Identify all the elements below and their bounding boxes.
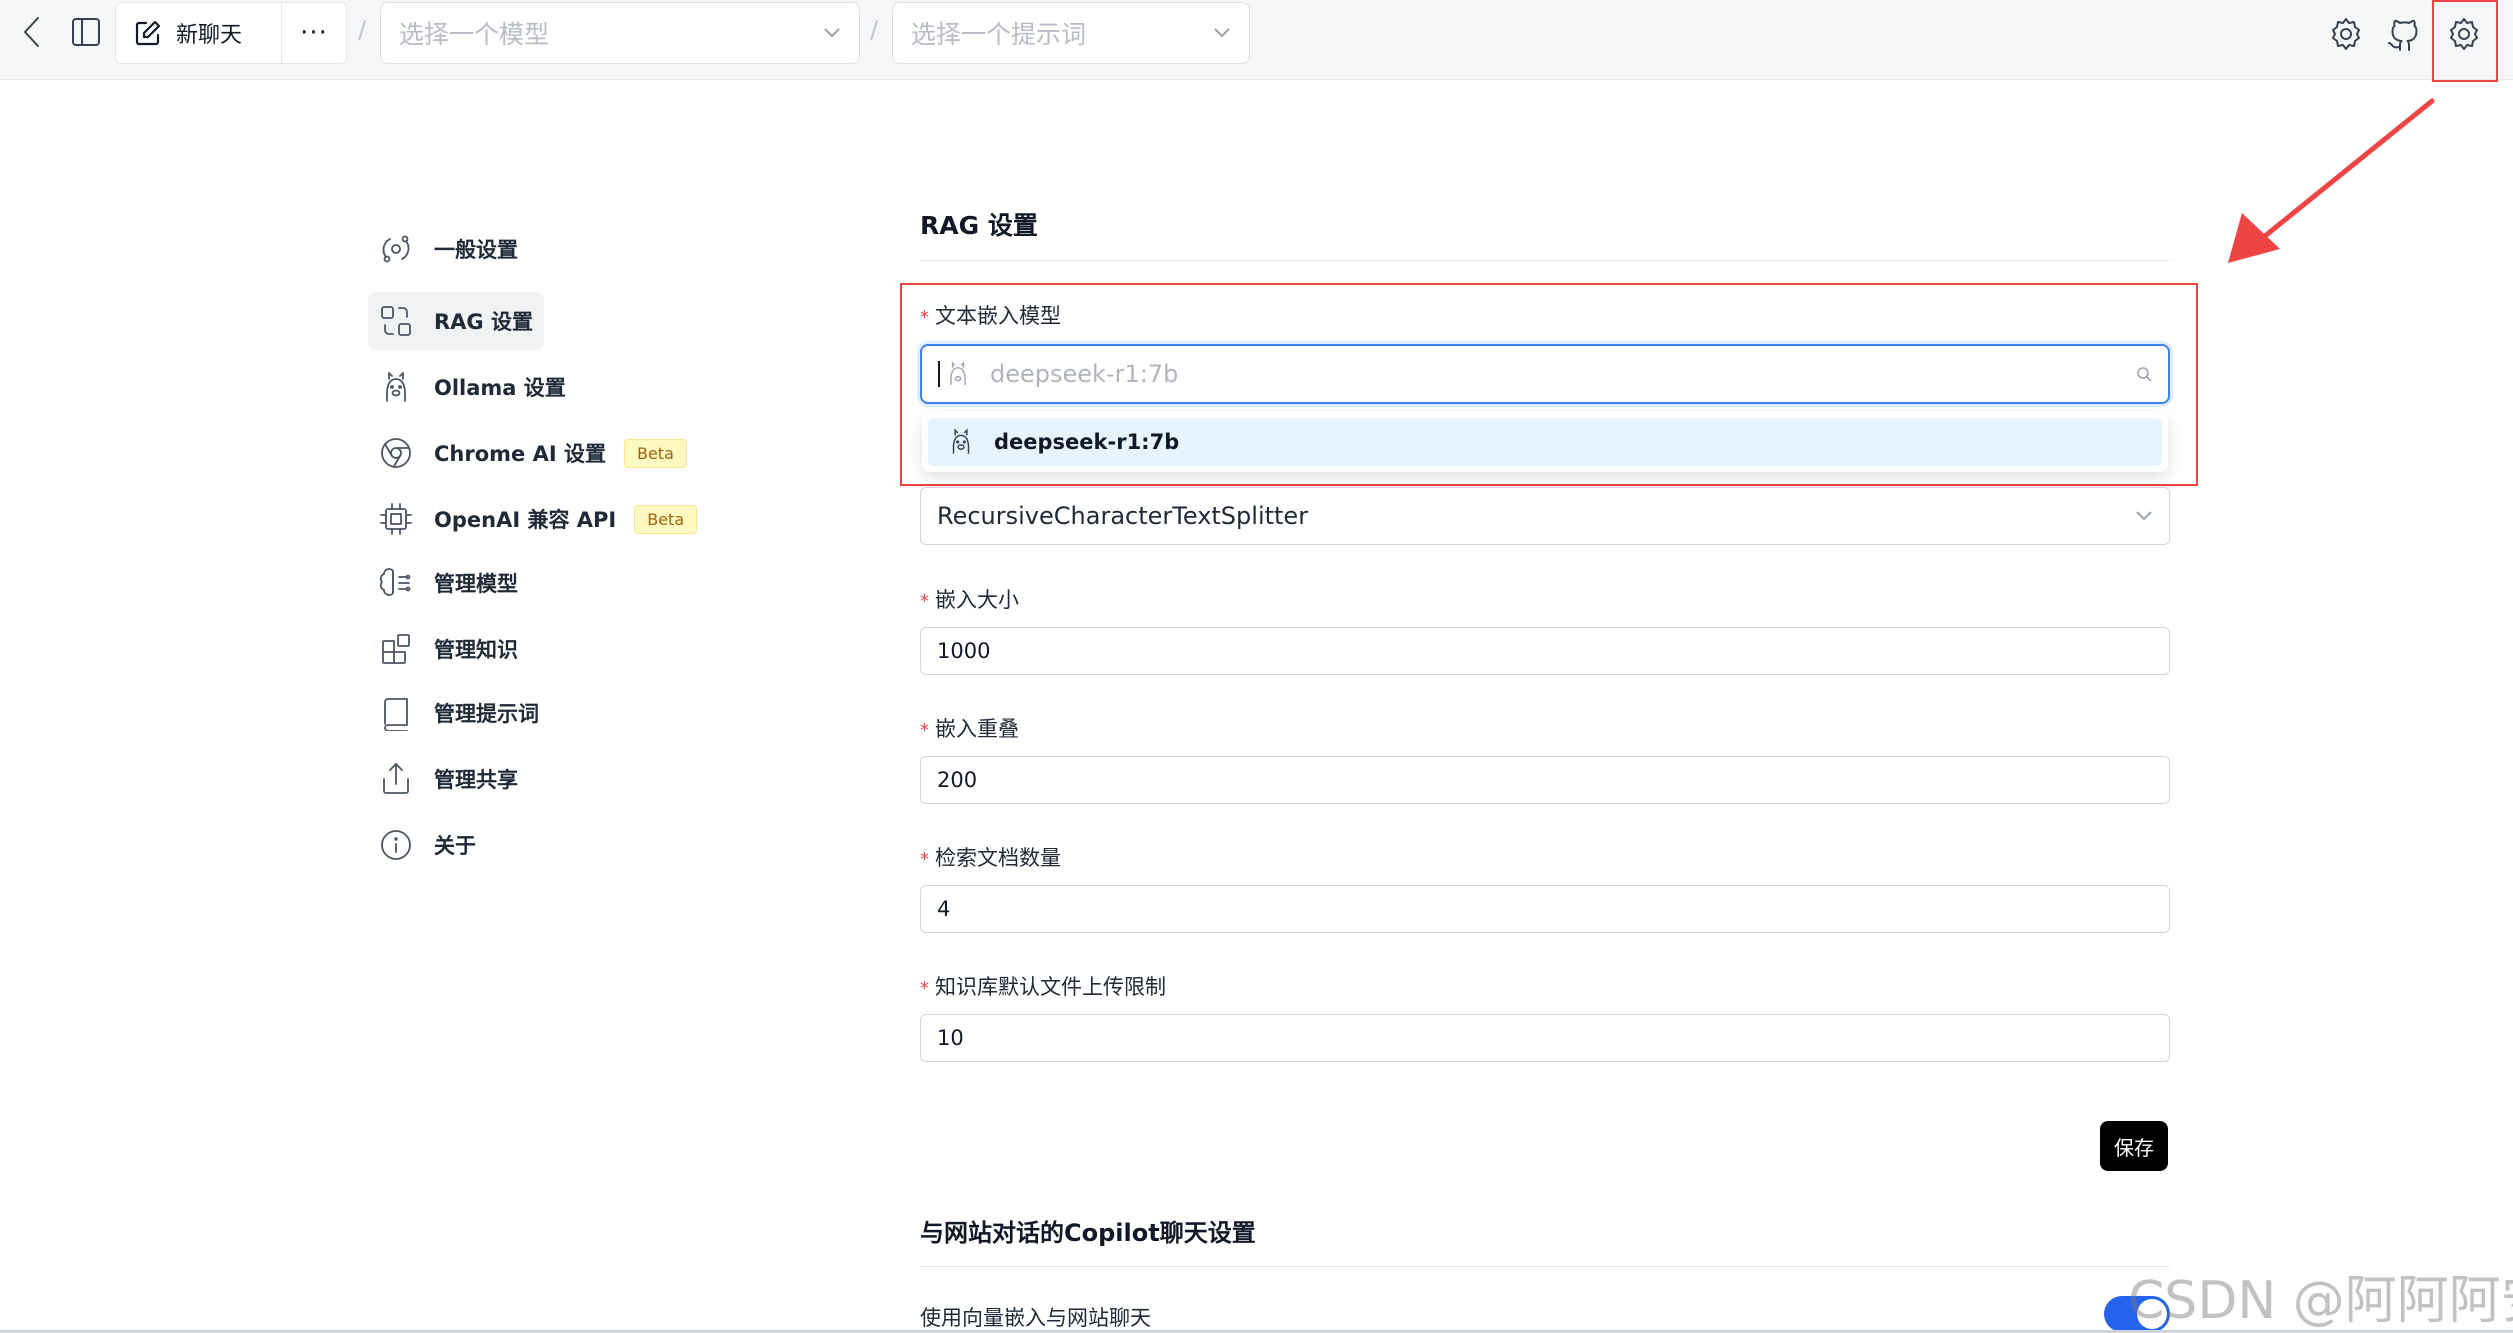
text-splitter-select[interactable]: RecursiveCharacterTextSplitter: [920, 487, 2170, 545]
nav-item-chrome-ai[interactable]: Chrome AI 设置 Beta: [368, 424, 687, 482]
chrome-icon: [381, 438, 411, 468]
github-icon[interactable]: [2382, 12, 2426, 56]
edit-icon: [135, 20, 161, 46]
combine-icon: [381, 306, 411, 336]
highlight-box-settings: [2432, 0, 2498, 82]
breadcrumb-separator: /: [358, 16, 367, 44]
nav-item-manage-knowledge[interactable]: 管理知识: [368, 620, 518, 678]
divider: [920, 1266, 2170, 1267]
upload-limit-label: * 知识库默认文件上传限制: [920, 975, 1166, 999]
nav-item-manage-models[interactable]: 管理模型: [368, 554, 518, 612]
ollama-settings-icon[interactable]: [2324, 12, 2368, 56]
beta-badge: Beta: [634, 504, 698, 534]
llama-icon: [386, 372, 406, 402]
beta-badge: Beta: [623, 438, 687, 468]
orbit-icon: [382, 235, 410, 263]
nav-item-label: 一般设置: [434, 238, 518, 262]
cpu-icon: [380, 503, 412, 535]
share-icon: [383, 763, 409, 794]
info-icon: [381, 830, 411, 860]
embedding-model-search-input[interactable]: deepseek-r1:7b: [920, 344, 2170, 404]
chevron-down-icon: [2136, 511, 2152, 521]
more-options-button[interactable]: ···: [282, 2, 346, 64]
llama-icon: [952, 428, 970, 454]
new-chat-label: 新聊天: [176, 23, 243, 48]
model-option[interactable]: deepseek-r1:7b: [928, 418, 2162, 466]
nav-item-label: 关于: [434, 834, 476, 858]
model-select[interactable]: 选择一个模型: [380, 2, 860, 64]
book-icon: [384, 698, 408, 731]
llama-icon: [950, 361, 966, 385]
chunk-overlap-input[interactable]: 200: [920, 756, 2170, 804]
save-button[interactable]: 保存: [2100, 1121, 2168, 1171]
vector-embed-label: 使用向量嵌入与网站聊天: [920, 1306, 1151, 1330]
search-icon: [2137, 367, 2152, 382]
breadcrumb-separator: /: [870, 16, 879, 44]
nav-item-label: RAG 设置: [434, 310, 533, 334]
chunk-size-input[interactable]: 1000: [920, 627, 2170, 675]
divider: [920, 260, 2170, 261]
nav-item-label: 管理共享: [434, 768, 518, 792]
nav-item-label: Chrome AI 设置: [434, 442, 606, 466]
new-chat-group: 新聊天 ···: [115, 2, 347, 64]
nav-item-manage-share[interactable]: 管理共享: [368, 750, 518, 808]
chunk-size-label: * 嵌入大小: [920, 588, 1019, 612]
brain-icon: [379, 568, 411, 596]
chevron-down-icon: [824, 28, 840, 38]
back-chevron-icon[interactable]: [14, 12, 50, 52]
sidebar-toggle-icon[interactable]: [66, 12, 106, 52]
model-option-label: deepseek-r1:7b: [994, 430, 1180, 454]
model-select-placeholder: 选择一个模型: [399, 20, 550, 49]
retrieval-docs-label: * 检索文档数量: [920, 846, 1061, 870]
section-title: RAG 设置: [920, 211, 1038, 240]
nav-item-label: 管理提示词: [434, 702, 539, 726]
nav-item-rag[interactable]: RAG 设置: [368, 292, 544, 350]
upload-limit-input[interactable]: 10: [920, 1014, 2170, 1062]
text-splitter-value: RecursiveCharacterTextSplitter: [937, 502, 1309, 530]
copilot-section-title: 与网站对话的Copilot聊天设置: [920, 1219, 1256, 1247]
chunk-overlap-label: * 嵌入重叠: [920, 717, 1019, 741]
nav-item-manage-prompts[interactable]: 管理提示词: [368, 684, 539, 742]
nav-item-ollama[interactable]: Ollama 设置: [368, 358, 566, 416]
nav-item-openai-api[interactable]: OpenAI 兼容 API Beta: [368, 490, 698, 548]
nav-item-general[interactable]: 一般设置: [368, 220, 518, 278]
nav-item-label: 管理知识: [434, 638, 518, 662]
annotation-arrow-icon: [2228, 98, 2435, 263]
top-bar: 新聊天 ··· / 选择一个模型 / 选择一个提示词: [0, 0, 2513, 80]
retrieval-docs-input[interactable]: 4: [920, 885, 2170, 933]
prompt-select-placeholder: 选择一个提示词: [911, 20, 1087, 49]
embedding-model-label: * 文本嵌入模型: [920, 304, 1061, 328]
new-chat-button[interactable]: 新聊天: [116, 3, 282, 63]
search-placeholder: deepseek-r1:7b: [990, 360, 1179, 388]
blocks-icon: [382, 634, 410, 664]
prompt-select[interactable]: 选择一个提示词: [892, 2, 1250, 64]
nav-item-label: 管理模型: [434, 572, 518, 596]
nav-item-label: OpenAI 兼容 API: [434, 508, 617, 532]
watermark: CSDN @阿阿阿安: [2128, 1271, 2513, 1331]
text-cursor: [938, 361, 940, 387]
embedding-model-dropdown: deepseek-r1:7b: [922, 412, 2168, 472]
chevron-down-icon: [1214, 28, 1230, 38]
nav-item-label: Ollama 设置: [434, 376, 566, 400]
nav-item-about[interactable]: 关于: [368, 816, 476, 874]
